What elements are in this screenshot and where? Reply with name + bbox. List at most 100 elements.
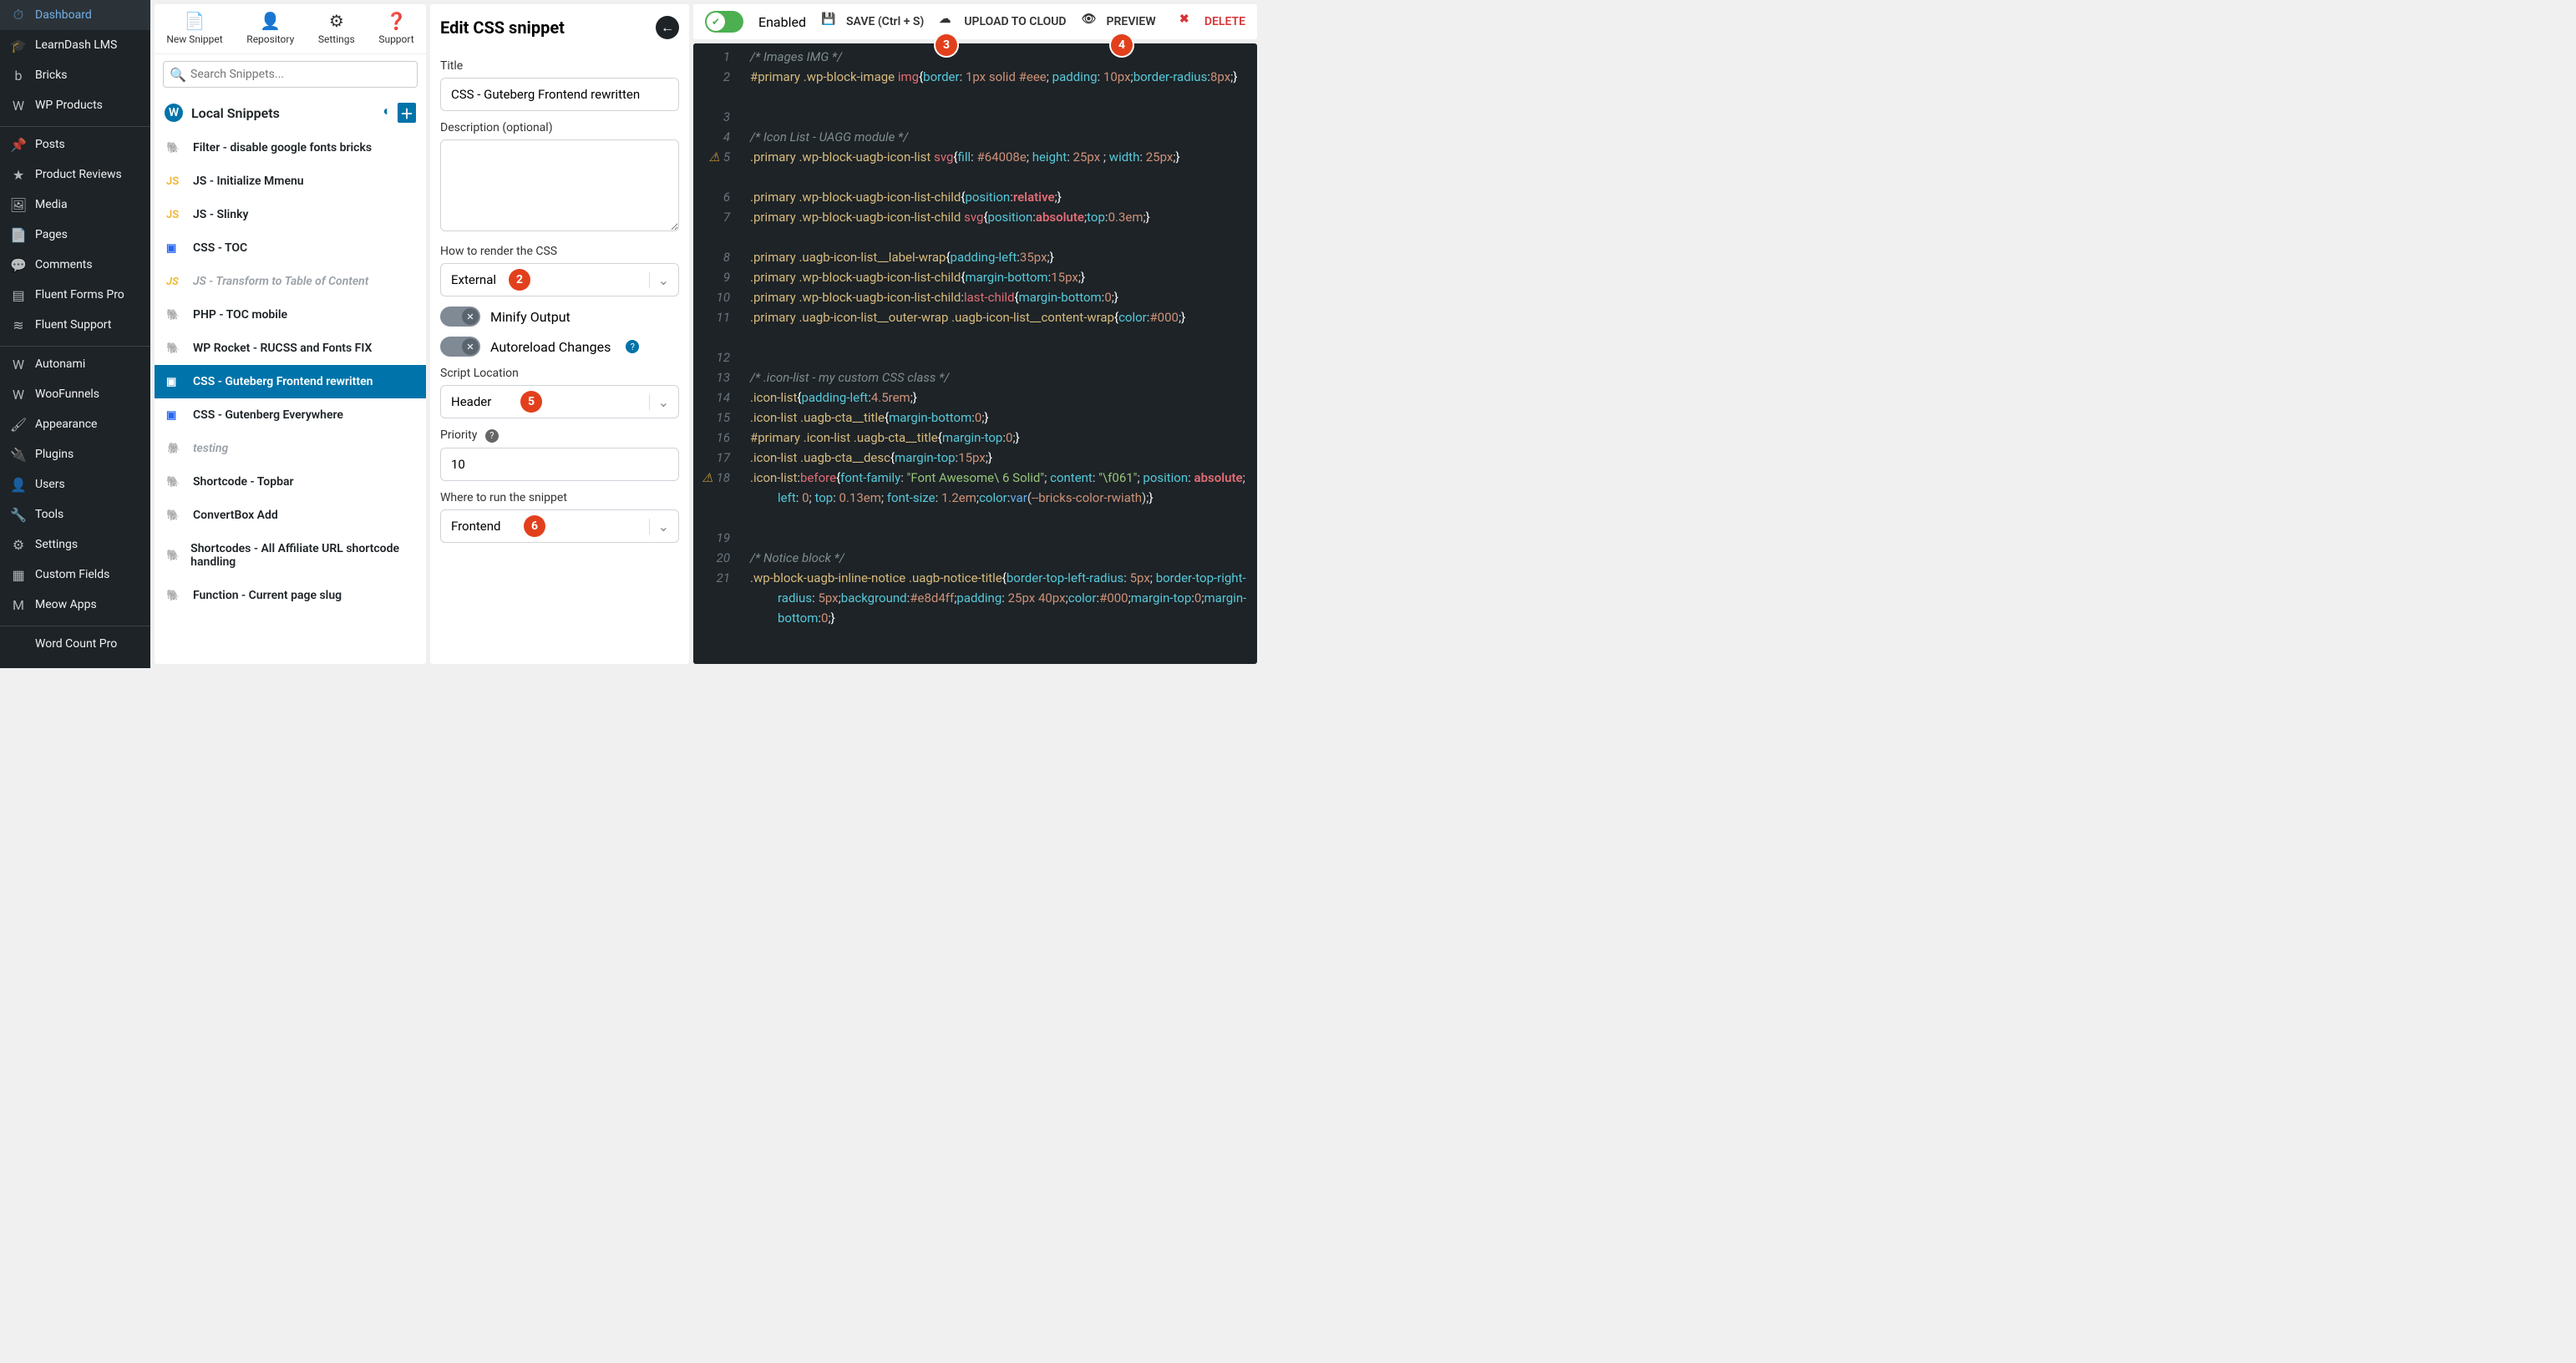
- menu-icon: ▦: [10, 566, 27, 583]
- snippet-list: 🐘Filter - disable google fonts bricksJSJ…: [155, 131, 426, 664]
- wp-menu-item[interactable]: 🖌 Appearance: [0, 409, 150, 439]
- help-icon[interactable]: ?: [485, 429, 499, 443]
- enabled-toggle[interactable]: [705, 11, 743, 33]
- wp-menu-item[interactable]: 📌Posts: [0, 129, 150, 160]
- menu-label: Appearance: [35, 418, 97, 431]
- snippet-item[interactable]: JSJS - Slinky: [155, 198, 426, 231]
- wp-menu-item[interactable]: Word Count Pro: [0, 629, 150, 659]
- menu-icon: 🖼: [10, 196, 27, 213]
- annotation-badge-3: 3: [936, 34, 957, 56]
- description-input[interactable]: [440, 139, 679, 231]
- snippet-label: JS - Transform to Table of Content: [193, 275, 368, 288]
- snippet-item[interactable]: JSJS - Transform to Table of Content: [155, 265, 426, 298]
- toggle-view-icon[interactable]: ◐: [383, 103, 391, 123]
- menu-label: Settings: [35, 538, 78, 551]
- render-select[interactable]: External: [440, 263, 679, 296]
- wp-menu-item[interactable]: 🖼Media: [0, 190, 150, 220]
- snippet-label: Shortcode - Topbar: [193, 475, 294, 489]
- menu-icon: ▤: [10, 286, 27, 303]
- code-content[interactable]: /* Images IMG */#primary .wp-block-image…: [740, 43, 1257, 631]
- save-icon: 💾: [821, 13, 839, 31]
- wp-menu-item[interactable]: ≋Fluent Support: [0, 310, 150, 340]
- editor-column: Enabled 💾SAVE (Ctrl + S) ☁UPLOAD TO CLOU…: [693, 4, 1257, 664]
- eye-icon: 👁: [1082, 13, 1100, 31]
- wp-menu-item[interactable]: ⏱Dashboard: [0, 0, 150, 30]
- wp-menu-item[interactable]: WWooFunnels: [0, 379, 150, 409]
- annotation-badge-6: 6: [524, 515, 545, 537]
- snippet-item[interactable]: ▣CSS - TOC: [155, 231, 426, 265]
- menu-label: Custom Fields: [35, 568, 109, 581]
- snippet-item[interactable]: ▣CSS - Gutenberg Everywhere: [155, 398, 426, 432]
- where-select[interactable]: Frontend: [440, 509, 679, 543]
- menu-icon: W: [10, 97, 27, 114]
- menu-label: LearnDash LMS: [35, 38, 117, 52]
- snippet-item[interactable]: 🐘Filter - disable google fonts bricks: [155, 131, 426, 165]
- priority-input[interactable]: [440, 448, 679, 481]
- wp-menu-item[interactable]: 💬Comments: [0, 250, 150, 280]
- help-icon[interactable]: ?: [626, 340, 639, 353]
- title-label: Title: [440, 59, 679, 73]
- menu-icon: 📄: [10, 226, 27, 243]
- add-folder-icon[interactable]: ＋: [398, 103, 416, 123]
- wp-menu-item[interactable]: ⚙Settings: [0, 529, 150, 560]
- snippet-item[interactable]: 🐘testing: [155, 432, 426, 465]
- snippet-item[interactable]: JSJS - Initialize Mmenu: [155, 165, 426, 198]
- snippet-item[interactable]: ▣CSS - Guteberg Frontend rewritten: [155, 365, 426, 398]
- autoreload-toggle[interactable]: [440, 337, 480, 357]
- chevron-down-icon: ⌄: [649, 272, 669, 288]
- repository-button[interactable]: 👤Repository: [246, 11, 294, 45]
- support-button[interactable]: ❓Support: [378, 11, 413, 45]
- render-label: How to render the CSS: [440, 245, 679, 258]
- menu-label: Dashboard: [35, 8, 92, 22]
- snippet-item[interactable]: 🐘Function - Current page slug: [155, 579, 426, 612]
- wp-menu-item[interactable]: bBricks: [0, 60, 150, 90]
- wp-admin-sidebar: ⏱Dashboard 🎓 LearnDash LMS bBricks W WP Produ…: [0, 0, 150, 668]
- wp-menu-item[interactable]: 📄Pages: [0, 220, 150, 250]
- wp-menu-item[interactable]: ★Product Reviews: [0, 160, 150, 190]
- snippet-item[interactable]: 🐘ConvertBox Add: [155, 499, 426, 532]
- back-button[interactable]: ←: [656, 16, 679, 39]
- title-input[interactable]: [440, 78, 679, 111]
- wp-menu-item[interactable]: WAutonami: [0, 349, 150, 379]
- snippet-label: Shortcodes - All Affiliate URL shortcode…: [190, 542, 414, 569]
- menu-label: WP Products: [35, 99, 103, 112]
- preview-button[interactable]: 👁PREVIEW: [1082, 13, 1156, 31]
- wp-menu-item[interactable]: MMeow Apps: [0, 590, 150, 620]
- wp-menu-item[interactable]: ▦ Custom Fields: [0, 560, 150, 590]
- menu-icon: 🎓: [10, 37, 27, 53]
- menu-icon: ★: [10, 166, 27, 183]
- delete-button[interactable]: ✖DELETE: [1179, 13, 1245, 31]
- wp-menu-item[interactable]: ▤Fluent Forms Pro: [0, 280, 150, 310]
- save-button[interactable]: 💾SAVE (Ctrl + S): [821, 13, 924, 31]
- snippet-item[interactable]: 🐘Shortcode - Topbar: [155, 465, 426, 499]
- location-label: Script Location: [440, 367, 679, 380]
- menu-icon: 🖌: [10, 416, 27, 433]
- location-select[interactable]: Header: [440, 385, 679, 418]
- menu-icon: W: [10, 356, 27, 372]
- snippet-item[interactable]: 🐘Shortcodes - All Affiliate URL shortcod…: [155, 532, 426, 579]
- upload-button[interactable]: ☁UPLOAD TO CLOUD: [939, 13, 1066, 31]
- menu-label: Bricks: [35, 68, 68, 82]
- search-input[interactable]: [163, 61, 418, 88]
- settings-button[interactable]: ⚙Settings: [318, 11, 355, 45]
- menu-label: Fluent Support: [35, 318, 111, 332]
- minify-toggle[interactable]: [440, 307, 480, 327]
- wp-menu-item[interactable]: 👤Users: [0, 469, 150, 499]
- snippet-item[interactable]: 🐘WP Rocket - RUCSS and Fonts FIX: [155, 332, 426, 365]
- wp-menu-item[interactable]: 🎓 LearnDash LMS: [0, 30, 150, 60]
- snippet-label: JS - Slinky: [193, 208, 248, 221]
- file-icon: 📄: [166, 11, 222, 31]
- wordpress-icon: W: [165, 104, 183, 122]
- local-snippets-header: W Local Snippets 1 ◐ ＋: [155, 94, 426, 131]
- annotation-badge-5: 5: [520, 391, 542, 413]
- wp-menu-item[interactable]: W WP Products: [0, 90, 150, 120]
- wp-menu-item[interactable]: 🔌Plugins: [0, 439, 150, 469]
- annotation-badge-4: 4: [1111, 34, 1133, 56]
- wp-menu-item[interactable]: 🔧Tools: [0, 499, 150, 529]
- snippet-item[interactable]: 🐘PHP - TOC mobile: [155, 298, 426, 332]
- help-icon: ❓: [378, 11, 413, 31]
- menu-icon: W: [10, 386, 27, 403]
- code-editor[interactable]: 1234⚠567891011121314151617⚠18192021 /* I…: [693, 43, 1257, 664]
- new-snippet-button[interactable]: 📄New Snippet: [166, 11, 222, 45]
- enabled-label: Enabled: [758, 14, 806, 30]
